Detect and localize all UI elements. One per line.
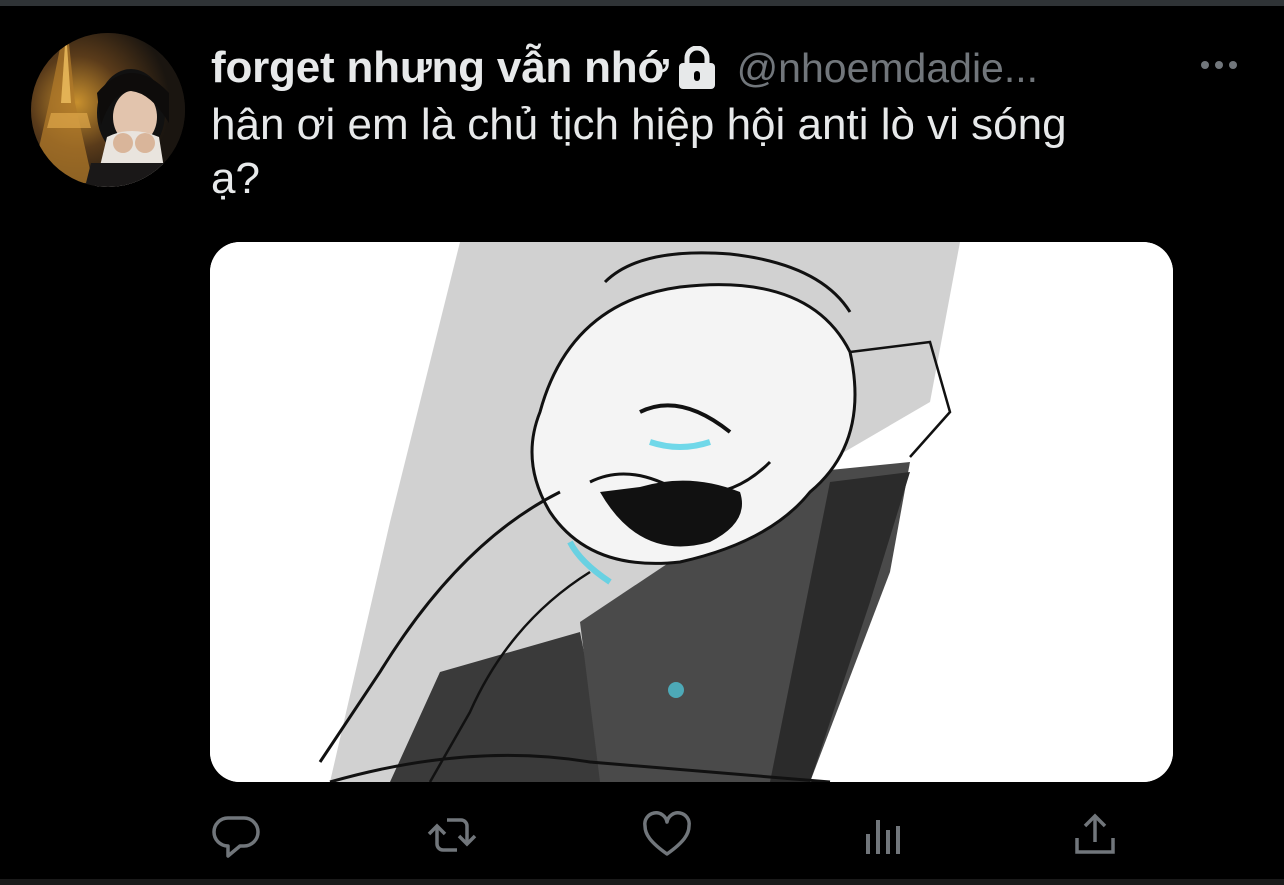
- top-divider: [0, 0, 1284, 6]
- tweet-actions: [0, 800, 1284, 870]
- analytics-icon[interactable]: [855, 808, 909, 862]
- lock-icon: [673, 45, 721, 90]
- display-name[interactable]: forget nhưng vẫn nhớ: [211, 43, 669, 93]
- heart-icon[interactable]: [640, 808, 694, 862]
- tweet-text: hân ơi em là chủ tịch hiệp hội anti lò v…: [211, 100, 1067, 203]
- retweet-icon[interactable]: [425, 808, 479, 862]
- user-handle[interactable]: @nhoemdadie...: [737, 45, 1038, 92]
- tweet-header: forget nhưng vẫn nhớ @nhoemdadie...: [211, 40, 1251, 96]
- share-icon[interactable]: [1068, 808, 1122, 862]
- reply-icon[interactable]: [210, 808, 264, 862]
- more-horizontal-icon[interactable]: [1199, 50, 1239, 80]
- tweet-image[interactable]: [210, 242, 1173, 782]
- bottom-divider: [0, 879, 1284, 885]
- avatar[interactable]: [31, 33, 185, 187]
